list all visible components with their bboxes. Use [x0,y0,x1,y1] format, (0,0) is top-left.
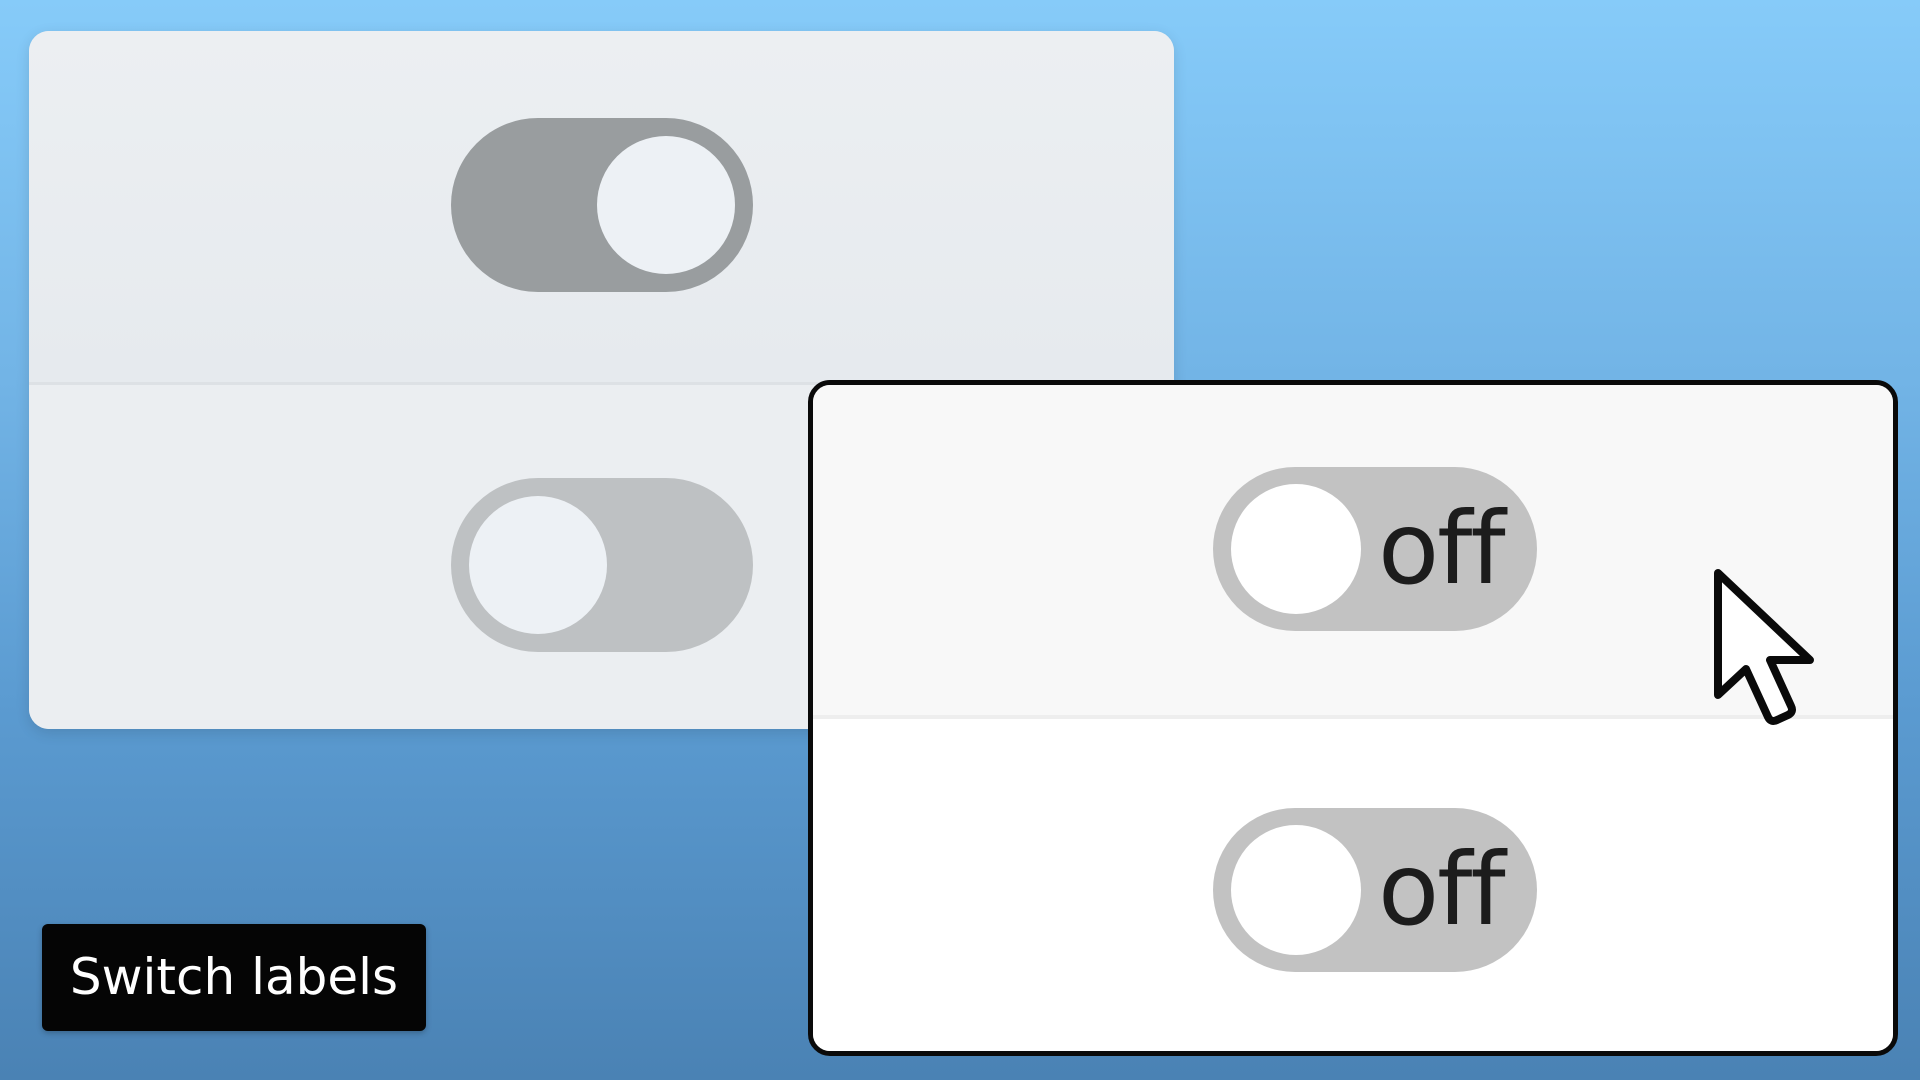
toggle-switch-off[interactable] [451,478,753,652]
switch-knob [597,136,735,274]
arrow-pointer-icon [1714,569,1814,725]
switch-state-label: off [1378,831,1506,948]
switch-row-2: off [813,719,1893,1051]
caption-label: Switch labels [42,924,426,1031]
switch-knob [1231,484,1361,614]
switch-row-1 [29,31,1174,382]
labeled-toggle-switch-2[interactable]: off [1213,808,1537,972]
toggle-switch-on[interactable] [451,118,753,292]
labeled-toggle-switch-1[interactable]: off [1213,467,1537,631]
switch-state-label: off [1378,490,1506,607]
switch-knob [469,496,607,634]
switch-knob [1231,825,1361,955]
